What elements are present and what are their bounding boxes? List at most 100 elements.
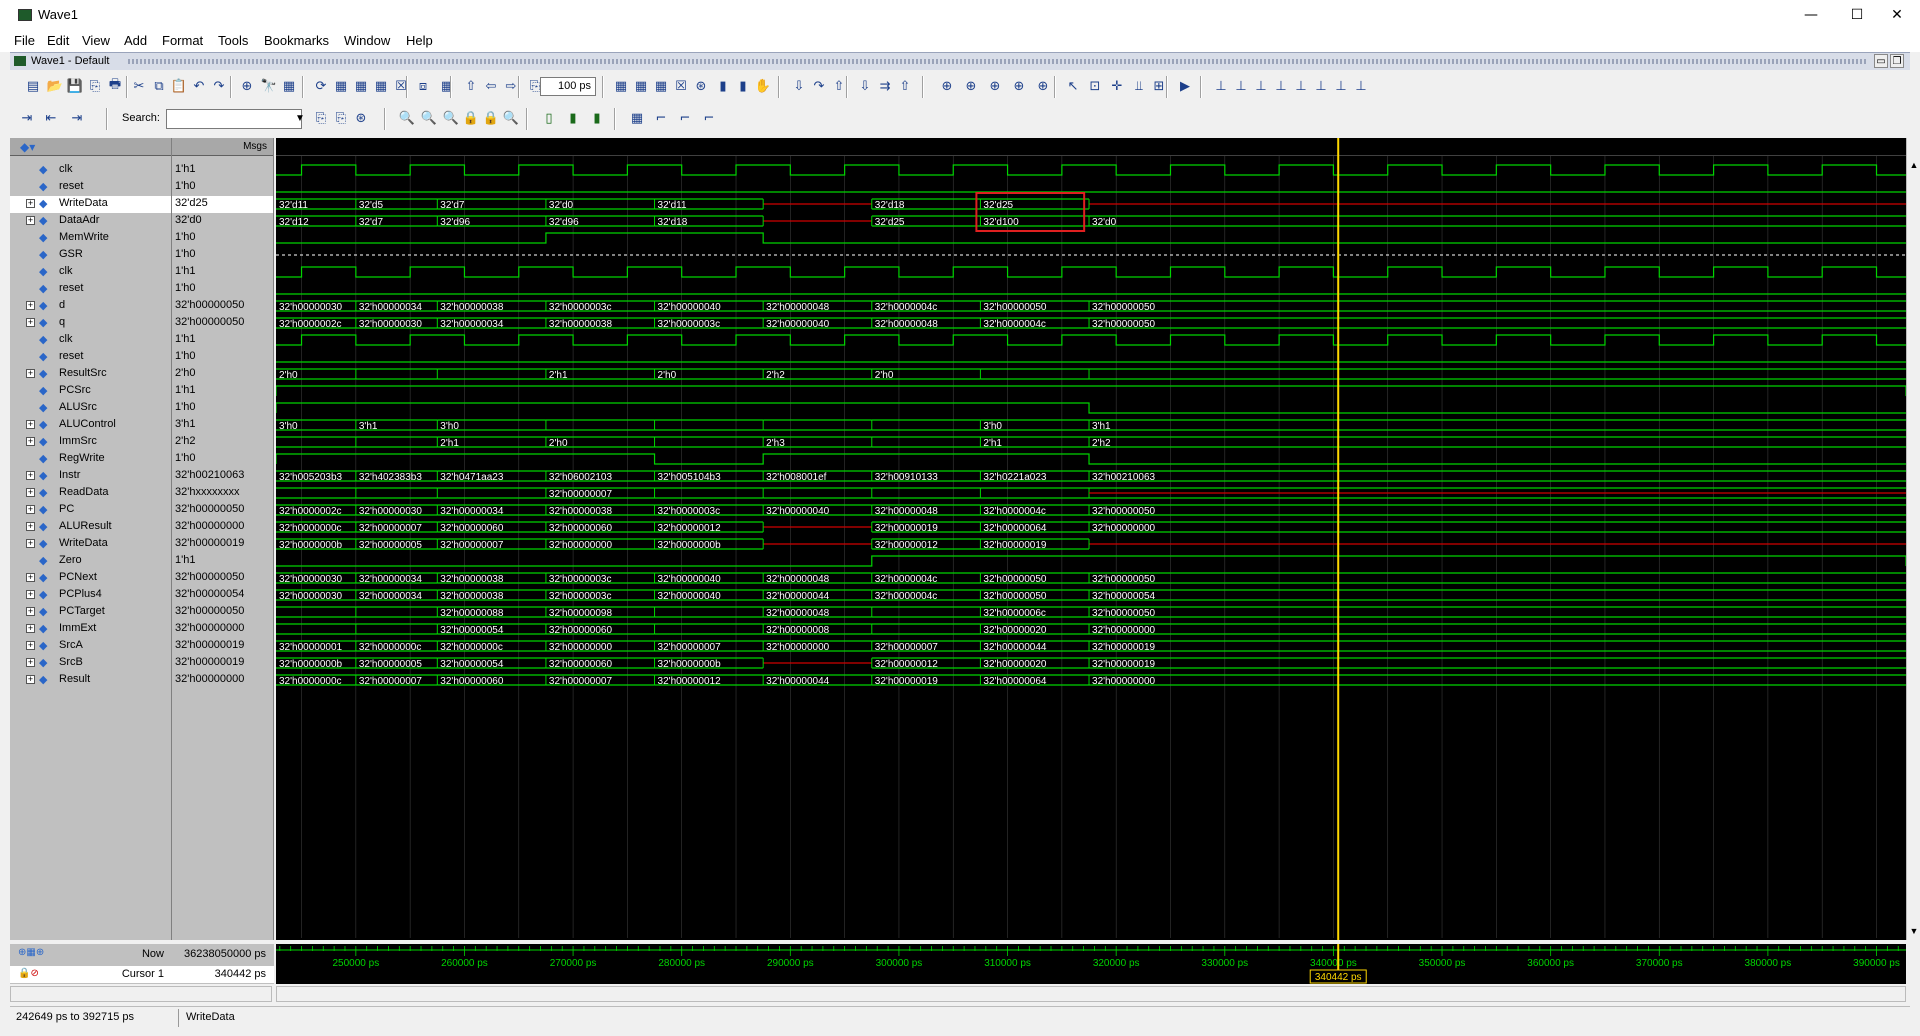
signal-value-row[interactable]: 1'h0 <box>172 247 273 264</box>
toolbar-button-icon[interactable]: ⊕ <box>986 77 1004 95</box>
toolbar-button-icon[interactable]: ↶ <box>190 77 208 95</box>
toolbar-button-icon[interactable]: ⊥ <box>1352 77 1370 95</box>
wave-toolbar-button-icon[interactable]: ⇥ <box>68 109 86 127</box>
scroll-up-icon[interactable]: ▲ <box>1907 158 1920 172</box>
toolbar-button-icon[interactable]: ▦ <box>652 77 670 95</box>
signal-value-row[interactable]: 32'h00000019 <box>172 536 273 553</box>
toolbar-button-icon[interactable]: ✂ <box>130 77 148 95</box>
toolbar-button-icon[interactable]: ⇩ <box>856 77 874 95</box>
signal-row[interactable]: + ◆ ALUResult <box>10 519 171 536</box>
toolbar-button-icon[interactable]: ⊕ <box>938 77 956 95</box>
expand-icon[interactable]: + <box>26 420 35 429</box>
expand-icon[interactable]: + <box>26 607 35 616</box>
signal-value-row[interactable]: 1'h1 <box>172 383 273 400</box>
toolbar-button-icon[interactable]: ⇦ <box>482 77 500 95</box>
signal-row[interactable]: ◆ MemWrite <box>10 230 171 247</box>
wave-toolbar-button-icon[interactable]: 🔍 <box>420 109 438 127</box>
toolbar-button-icon[interactable]: ▶ <box>1176 77 1194 95</box>
signal-value-row[interactable]: 32'h00000019 <box>172 638 273 655</box>
expand-icon[interactable]: + <box>26 488 35 497</box>
wave-toolbar-button-icon[interactable]: ⊛ <box>352 109 370 127</box>
toolbar-button-icon[interactable]: ↖ <box>1064 77 1082 95</box>
subwindow-restore-button[interactable]: ❐ <box>1890 54 1904 68</box>
toolbar-button-icon[interactable]: ⇉ <box>876 77 894 95</box>
toolbar-button-icon[interactable]: ⊕ <box>1010 77 1028 95</box>
signal-row[interactable]: + ◆ d <box>10 298 171 315</box>
toolbar-button-icon[interactable]: ▦ <box>352 77 370 95</box>
wave-toolbar-button-icon[interactable]: 🔍 <box>502 109 520 127</box>
toolbar-button-icon[interactable]: ⟳ <box>312 77 330 95</box>
signal-row[interactable]: + ◆ WriteData <box>10 196 171 213</box>
expand-icon[interactable]: + <box>26 573 35 582</box>
wave-toolbar-button-icon[interactable]: ▦ <box>628 109 646 127</box>
subwindow-minimize-button[interactable]: ▭ <box>1874 54 1888 68</box>
waveform-canvas[interactable]: 32'd11 32'd5 32'd7 32'd0 32'd11 32'd18 32'd25 3… <box>276 138 1906 940</box>
expand-icon[interactable]: + <box>26 301 35 310</box>
toolbar-button-icon[interactable]: ☒ <box>672 77 690 95</box>
toolbar-button-icon[interactable]: ⊕ <box>962 77 980 95</box>
toolbar-button-icon[interactable]: ⊥ <box>1232 77 1250 95</box>
signal-value-row[interactable]: 32'h00000000 <box>172 519 273 536</box>
wave-toolbar-button-icon[interactable]: ▮ <box>588 109 606 127</box>
wave-toolbar-button-icon[interactable]: ⌐ <box>700 109 718 127</box>
wave-toolbar-button-icon[interactable]: ⎘ <box>332 109 350 127</box>
signal-row[interactable]: + ◆ PCTarget <box>10 604 171 621</box>
signal-row[interactable]: ◆ PCSrc <box>10 383 171 400</box>
drag-grip[interactable] <box>128 59 1868 64</box>
signal-row[interactable]: ◆ GSR <box>10 247 171 264</box>
signal-value-row[interactable]: 1'h1 <box>172 264 273 281</box>
signal-value-row[interactable]: 32'h00000050 <box>172 298 273 315</box>
signal-row[interactable]: ◆ clk <box>10 264 171 281</box>
signal-row[interactable]: + ◆ SrcA <box>10 638 171 655</box>
toolbar-button-icon[interactable]: 🖶 <box>106 77 124 95</box>
menu-window[interactable]: Window <box>344 33 390 48</box>
menu-help[interactable]: Help <box>406 33 433 48</box>
signal-value-row[interactable]: 32'h00210063 <box>172 468 273 485</box>
toolbar-button-icon[interactable]: ✛ <box>1108 77 1126 95</box>
expand-icon[interactable]: + <box>26 641 35 650</box>
toolbar-button-icon[interactable]: ▮ <box>734 77 752 95</box>
toolbar-button-icon[interactable]: ⊥ <box>1292 77 1310 95</box>
signal-value-row[interactable]: 32'h00000054 <box>172 587 273 604</box>
toolbar-button-icon[interactable]: ▮ <box>714 77 732 95</box>
toolbar-button-icon[interactable]: ⧉ <box>150 77 168 95</box>
toolbar-button-icon[interactable]: 🔭 <box>260 77 278 95</box>
signal-row[interactable]: + ◆ PC <box>10 502 171 519</box>
toolbar-button-icon[interactable]: ⊥ <box>1252 77 1270 95</box>
toolbar-button-icon[interactable]: ▦ <box>372 77 390 95</box>
signal-value-row[interactable]: 1'h1 <box>172 332 273 349</box>
wave-toolbar-button-icon[interactable]: ⇥ <box>18 109 36 127</box>
toolbar-button-icon[interactable]: ⊡ <box>1086 77 1104 95</box>
wave-toolbar-button-icon[interactable]: ⌐ <box>652 109 670 127</box>
expand-icon[interactable]: + <box>26 369 35 378</box>
signal-menu-icon[interactable]: ◆▾ <box>20 140 35 154</box>
signal-value-row[interactable]: 2'h2 <box>172 434 273 451</box>
signal-value-row[interactable]: 32'h00000050 <box>172 502 273 519</box>
wave-toolbar-button-icon[interactable]: ⇤ <box>42 109 60 127</box>
toolbar-button-icon[interactable]: ⇧ <box>896 77 914 95</box>
signal-value-row[interactable]: 3'h1 <box>172 417 273 434</box>
wave-toolbar-button-icon[interactable]: ▮ <box>564 109 582 127</box>
expand-icon[interactable]: + <box>26 522 35 531</box>
menu-edit[interactable]: Edit <box>47 33 69 48</box>
zoom-step-input[interactable]: 100 ps <box>540 77 596 96</box>
signal-value-row[interactable]: 2'h0 <box>172 366 273 383</box>
toolbar-button-icon[interactable]: ⫫ <box>1130 77 1148 95</box>
expand-icon[interactable]: + <box>26 318 35 327</box>
scroll-down-icon[interactable]: ▼ <box>1907 924 1920 938</box>
signal-value-row[interactable]: 32'h00000050 <box>172 570 273 587</box>
wave-toolbar-button-icon[interactable]: 🔒 <box>462 109 480 127</box>
signal-row[interactable]: + ◆ ALUControl <box>10 417 171 434</box>
signal-row[interactable]: + ◆ ImmSrc <box>10 434 171 451</box>
signal-value-row[interactable]: 32'hxxxxxxxx <box>172 485 273 502</box>
signal-row[interactable]: + ◆ q <box>10 315 171 332</box>
signal-value-row[interactable]: 32'd0 <box>172 213 273 230</box>
expand-icon[interactable]: + <box>26 590 35 599</box>
signal-row[interactable]: ◆ reset <box>10 281 171 298</box>
menu-bookmarks[interactable]: Bookmarks <box>264 33 329 48</box>
expand-icon[interactable]: + <box>26 471 35 480</box>
close-button[interactable]: ✕ <box>1874 2 1920 28</box>
wave-hscrollbar[interactable] <box>276 986 1906 1002</box>
vertical-scrollbar[interactable]: ▲ ▼ <box>1906 138 1920 940</box>
wave-toolbar-button-icon[interactable]: 🔒 <box>482 109 500 127</box>
